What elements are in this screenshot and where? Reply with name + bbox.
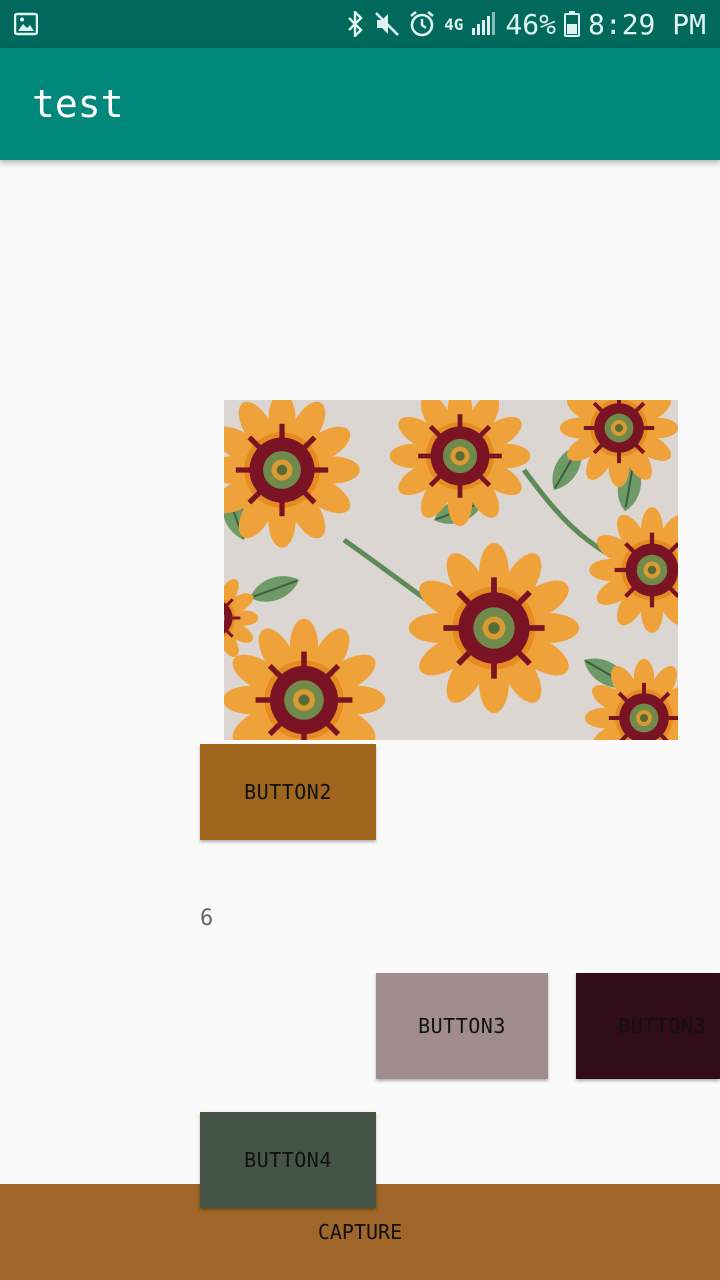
- clock: 8:29 PM: [587, 7, 706, 41]
- button3-dark[interactable]: BUTTON3: [576, 973, 720, 1079]
- sunflower-fabric-image: [224, 400, 678, 740]
- page-title: test: [32, 82, 124, 126]
- button2[interactable]: BUTTON2: [200, 744, 376, 840]
- battery-percent: 46%: [505, 7, 556, 41]
- alarm-icon: [408, 10, 436, 38]
- gallery-notification-icon: [13, 12, 39, 40]
- status-bar: 4G 46% 8:29 PM: [0, 0, 720, 48]
- bluetooth-icon: [346, 11, 366, 37]
- signal-icon: [471, 12, 497, 36]
- mute-icon: [374, 11, 400, 37]
- button4[interactable]: BUTTON4: [200, 1112, 376, 1208]
- lte-icon: 4G: [444, 14, 464, 34]
- app-bar: test: [0, 48, 720, 160]
- button3[interactable]: BUTTON3: [376, 973, 548, 1079]
- battery-icon: [563, 11, 580, 37]
- counter-text: 6: [200, 906, 214, 931]
